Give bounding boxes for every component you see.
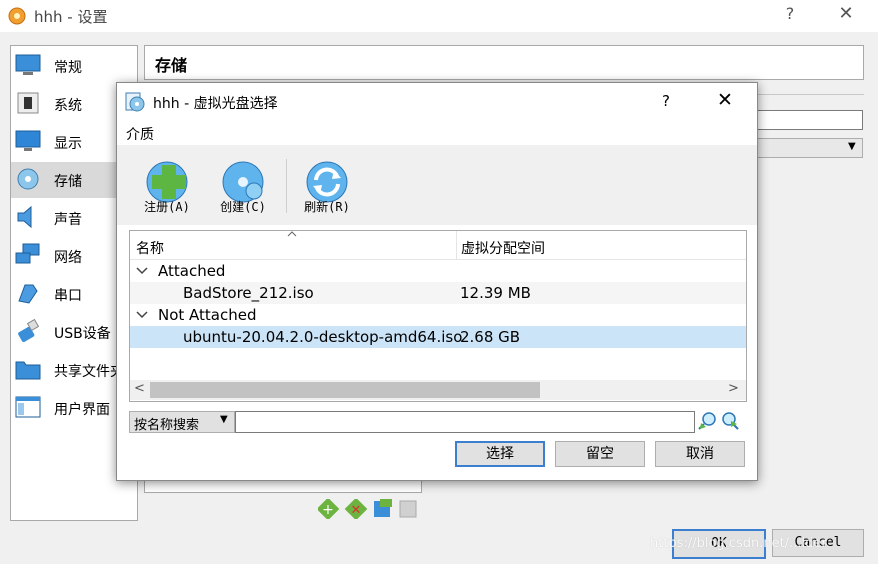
search-next-icon[interactable] <box>721 411 741 431</box>
tree-group-not-attached[interactable]: Not Attached <box>130 304 746 326</box>
help-button[interactable]: ? <box>662 92 670 110</box>
audio-icon <box>17 205 32 229</box>
column-header-size[interactable]: 虚拟分配空间 <box>461 238 545 258</box>
sidebar-item-general[interactable]: 常规 <box>11 48 137 84</box>
sidebar-item-label: 共享文件夹 <box>54 364 124 380</box>
column-header-name[interactable]: 名称 <box>136 238 164 258</box>
create-disk-icon <box>222 161 264 203</box>
user-interface-icon <box>15 396 41 418</box>
medium-name: ubuntu-20.04.2.0-desktop-amd64.iso <box>183 328 463 346</box>
menu-bar: 介质 <box>117 119 757 145</box>
page-title: 存储 <box>155 56 188 75</box>
sidebar-item-label: 系统 <box>54 98 82 114</box>
network-icon <box>15 243 40 264</box>
sort-ascending-icon <box>287 231 297 237</box>
search-input[interactable] <box>235 411 695 433</box>
system-icon <box>17 92 39 114</box>
optical-disk-icon <box>125 92 145 112</box>
tree-row-selected[interactable]: ubuntu-20.04.2.0-desktop-amd64.iso 2.68 … <box>130 326 746 348</box>
refresh-label: 刷新(R) <box>304 200 350 214</box>
toolbar: 注册(A) 创建(C) 刷新(R) <box>117 145 757 225</box>
add-attachment-icon[interactable]: + <box>318 499 340 519</box>
storage-icon <box>17 168 39 190</box>
chevron-down-icon: ▼ <box>220 414 228 425</box>
chevron-down-icon: ▼ <box>848 141 856 152</box>
background-dropdown[interactable]: ▼ <box>756 138 863 158</box>
sidebar-item-label: 串口 <box>54 288 82 304</box>
background-divider <box>756 94 864 95</box>
shared-folder-icon <box>15 361 41 380</box>
sidebar-item-label: 声音 <box>54 212 82 228</box>
window-title: hhh - 设置 <box>34 8 108 26</box>
create-label: 创建(C) <box>220 200 266 214</box>
scrollbar-thumb[interactable] <box>150 382 540 398</box>
dialog-cancel-button[interactable]: 取消 <box>655 441 745 467</box>
dialog-title-bar: hhh - 虚拟光盘选择 ? ✕ <box>117 83 757 119</box>
close-button[interactable]: ✕ <box>834 3 858 24</box>
display-icon <box>15 130 41 151</box>
register-disk-icon <box>146 161 188 203</box>
chevron-down-icon[interactable] <box>136 310 148 320</box>
remove-controller-icon[interactable] <box>399 500 417 518</box>
refresh-button[interactable]: 刷新(R) <box>293 151 361 219</box>
group-label: Not Attached <box>158 306 257 324</box>
tree-row[interactable]: BadStore_212.iso 12.39 MB <box>130 282 746 304</box>
toolbar-separator <box>286 159 287 213</box>
general-icon <box>15 54 41 75</box>
menu-media[interactable]: 介质 <box>126 124 154 144</box>
media-tree[interactable]: 名称 虚拟分配空间 Attached BadStore_212.iso 12.3… <box>129 230 747 402</box>
app-icon <box>8 7 26 25</box>
search-previous-icon[interactable] <box>697 411 717 431</box>
add-controller-icon[interactable] <box>374 499 392 517</box>
help-button[interactable]: ? <box>780 4 800 23</box>
sidebar-item-label: 用户界面 <box>54 402 110 418</box>
leave-empty-button[interactable]: 留空 <box>555 441 645 467</box>
close-button[interactable]: ✕ <box>717 89 733 111</box>
sidebar-item-label: 存储 <box>54 174 82 190</box>
svg-text:✕: ✕ <box>351 503 362 518</box>
usb-icon <box>18 319 40 342</box>
create-button[interactable]: 创建(C) <box>209 151 277 219</box>
serial-port-icon <box>18 284 38 304</box>
page-title-box: 存储 <box>144 45 864 80</box>
refresh-icon <box>306 161 348 203</box>
register-label: 注册(A) <box>144 200 190 214</box>
medium-size: 2.68 GB <box>460 328 521 346</box>
sidebar-item-label: USB设备 <box>54 326 111 342</box>
search-mode-dropdown[interactable]: 按名称搜索 ▼ <box>129 411 235 433</box>
horizontal-scrollbar[interactable]: < > <box>130 380 746 400</box>
storage-actions: + ✕ <box>318 499 417 519</box>
svg-text:+: + <box>322 502 334 518</box>
sidebar-item-label: 显示 <box>54 136 82 152</box>
remove-attachment-icon[interactable]: ✕ <box>344 499 368 519</box>
search-mode-label: 按名称搜索 <box>134 418 200 433</box>
main-title-bar: hhh - 设置 ? ✕ <box>0 0 878 32</box>
column-divider[interactable] <box>456 231 457 259</box>
medium-name: BadStore_212.iso <box>183 284 314 302</box>
tree-header: 名称 虚拟分配空间 <box>130 231 746 260</box>
chevron-down-icon[interactable] <box>136 266 148 276</box>
choose-button[interactable]: 选择 <box>455 441 545 467</box>
tree-group-attached[interactable]: Attached <box>130 260 746 282</box>
optical-disk-selector-dialog: hhh - 虚拟光盘选择 ? ✕ 介质 注册(A) 创建(C) 刷新(R) 名称… <box>116 82 758 481</box>
sidebar-item-label: 网络 <box>54 250 82 266</box>
watermark: https://blog.csdn.net/...lder <box>650 536 827 551</box>
register-button[interactable]: 注册(A) <box>133 151 201 219</box>
scroll-left-icon[interactable]: < <box>134 381 145 396</box>
dialog-title: hhh - 虚拟光盘选择 <box>153 96 278 112</box>
background-input-field[interactable] <box>756 110 863 130</box>
scroll-right-icon[interactable]: > <box>728 381 739 396</box>
group-label: Attached <box>158 262 226 280</box>
medium-size: 12.39 MB <box>460 284 531 302</box>
sidebar-item-label: 常规 <box>54 60 82 76</box>
